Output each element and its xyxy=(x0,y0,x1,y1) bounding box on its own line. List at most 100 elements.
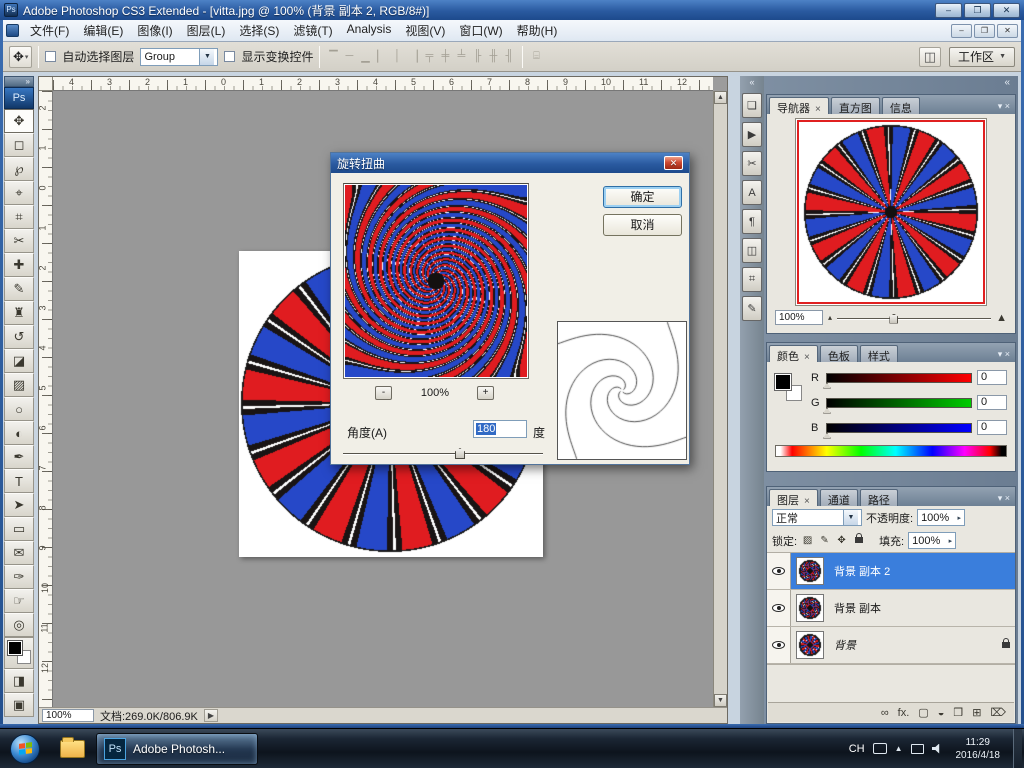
paragraph-palette-icon[interactable]: ¶ xyxy=(742,209,762,234)
tab-styles[interactable]: 样式 xyxy=(860,345,898,362)
maximize-button[interactable]: ❐ xyxy=(964,3,991,18)
tray-clock[interactable]: 11:29 2016/4/18 xyxy=(951,736,1006,762)
menu-item-1[interactable]: 编辑(E) xyxy=(76,19,130,42)
show-desktop-button[interactable] xyxy=(1013,729,1022,768)
actions-palette-icon[interactable]: ▶ xyxy=(742,122,762,147)
group-dropdown[interactable]: Group ▼ xyxy=(140,48,218,66)
lasso-tool[interactable]: ℘ xyxy=(4,157,34,181)
tab-paths[interactable]: 路径 xyxy=(860,489,898,506)
add-layer-mask-icon[interactable]: ▢ xyxy=(918,706,928,719)
channel-slider-thumb[interactable] xyxy=(823,408,831,414)
link-layers-icon[interactable]: ∞ xyxy=(881,707,889,719)
menu-item-0[interactable]: 文件(F) xyxy=(23,19,76,42)
tab-channels[interactable]: 通道 xyxy=(820,489,858,506)
tab-swatches[interactable]: 色板 xyxy=(820,345,858,362)
show-transform-checkbox[interactable] xyxy=(224,51,235,62)
dock-collapse-icon[interactable]: « xyxy=(740,76,764,89)
brush-tool[interactable]: ✎ xyxy=(4,277,34,301)
network-icon[interactable] xyxy=(911,744,924,754)
doc-minimize-button[interactable]: – xyxy=(951,24,972,38)
lock-all-icon[interactable] xyxy=(852,535,865,546)
channel-value-input[interactable]: 0 xyxy=(977,420,1007,435)
visibility-toggle[interactable] xyxy=(767,590,791,626)
path-selection-tool[interactable]: ➤ xyxy=(4,493,34,517)
zoom-out-mountain-icon[interactable]: ▴ xyxy=(828,313,832,322)
start-button[interactable] xyxy=(10,734,40,764)
crop-tool[interactable]: ⌗ xyxy=(4,205,34,229)
status-zoom-input[interactable]: 100% xyxy=(42,709,94,722)
keyboard-icon[interactable] xyxy=(873,743,887,754)
visibility-toggle[interactable] xyxy=(767,553,791,589)
menu-item-3[interactable]: 图层(L) xyxy=(180,19,233,42)
channel-value-input[interactable]: 0 xyxy=(977,370,1007,385)
menu-item-5[interactable]: 滤镜(T) xyxy=(286,19,339,42)
fill-input[interactable]: 100% ▸ xyxy=(908,532,956,549)
healing-brush-tool[interactable]: ✚ xyxy=(4,253,34,277)
panels-collapse-icon[interactable]: « xyxy=(1004,77,1010,88)
photoshop-taskbar-button[interactable]: Ps Adobe Photosh... xyxy=(96,733,258,765)
blur-tool[interactable]: ○ xyxy=(4,397,34,421)
doc-close-button[interactable]: ✕ xyxy=(997,24,1018,38)
cancel-button[interactable]: 取消 xyxy=(603,214,682,236)
quick-selection-tool[interactable]: ⌖ xyxy=(4,181,34,205)
volume-icon[interactable] xyxy=(932,744,943,754)
lock-image-icon[interactable]: ✎ xyxy=(818,535,831,546)
vertical-scrollbar[interactable]: ▲ ▼ xyxy=(713,91,727,707)
language-indicator[interactable]: CH xyxy=(849,743,865,755)
zoom-slider-thumb[interactable] xyxy=(889,314,898,324)
layer-style-icon[interactable]: fx. xyxy=(898,707,910,719)
menu-item-2[interactable]: 图像(I) xyxy=(130,19,179,42)
tool-presets-icon[interactable]: ✂ xyxy=(742,151,762,176)
tab-color[interactable]: 颜色× xyxy=(769,345,818,362)
panel-menu-icon[interactable]: ▾ × xyxy=(995,101,1013,114)
eyedropper-tool[interactable]: ✑ xyxy=(4,565,34,589)
angle-input[interactable]: 180 xyxy=(473,420,527,438)
eraser-tool[interactable]: ◪ xyxy=(4,349,34,373)
pen-tool[interactable]: ✒ xyxy=(4,445,34,469)
screen-mode-icon[interactable]: ▣ xyxy=(4,693,34,717)
angle-slider-thumb[interactable] xyxy=(455,448,465,459)
channel-slider-thumb[interactable] xyxy=(823,433,831,439)
tab-layers[interactable]: 图层× xyxy=(769,489,818,506)
panel-menu-icon[interactable]: ▾ × xyxy=(995,349,1013,362)
quick-mask-icon[interactable]: ◨ xyxy=(4,669,34,693)
color-fg-bg-swatches[interactable] xyxy=(775,374,807,406)
navigator-preview[interactable] xyxy=(795,118,987,306)
tab-navigator[interactable]: 导航器× xyxy=(769,97,829,114)
filter-preview[interactable] xyxy=(343,183,529,379)
menu-item-9[interactable]: 帮助(H) xyxy=(510,19,565,42)
layer-row[interactable]: 背景 副本 xyxy=(767,590,1015,627)
layer-row[interactable]: 背景 副本 2 xyxy=(767,553,1015,590)
explorer-taskbar-button[interactable] xyxy=(54,740,90,758)
ok-button[interactable]: 确定 xyxy=(603,186,682,208)
dialog-close-button[interactable]: ✕ xyxy=(664,156,683,170)
zoom-tool[interactable]: ◎ xyxy=(4,613,34,637)
shape-tool[interactable]: ▭ xyxy=(4,517,34,541)
swatches-palette-icon[interactable]: ❏ xyxy=(742,93,762,118)
auto-select-checkbox[interactable] xyxy=(45,51,56,62)
hand-tool[interactable]: ☞ xyxy=(4,589,34,613)
lock-transparency-icon[interactable]: ▨ xyxy=(801,535,814,546)
brushes-palette-icon[interactable]: ✎ xyxy=(742,296,762,321)
layer-row[interactable]: 背景 xyxy=(767,627,1015,664)
type-tool[interactable]: T xyxy=(4,469,34,493)
histogram-palette-icon[interactable]: ⌗ xyxy=(742,267,762,292)
clone-stamp-tool[interactable]: ♜ xyxy=(4,301,34,325)
history-brush-tool[interactable]: ↺ xyxy=(4,325,34,349)
toolbox-collapse-icon[interactable]: » xyxy=(4,76,34,87)
marquee-tool[interactable]: ◻ xyxy=(4,133,34,157)
delete-layer-icon[interactable]: ⌦ xyxy=(990,706,1006,719)
lock-position-icon[interactable]: ✥ xyxy=(835,535,848,546)
color-swatch-widget[interactable] xyxy=(4,637,34,669)
tab-info[interactable]: 信息 xyxy=(882,97,920,114)
new-group-icon[interactable]: ❒ xyxy=(953,706,963,719)
preview-zoom-out-button[interactable]: - xyxy=(375,386,392,400)
menu-item-7[interactable]: 视图(V) xyxy=(398,19,452,42)
channel-slider-thumb[interactable] xyxy=(823,383,831,389)
menu-item-4[interactable]: 选择(S) xyxy=(232,19,286,42)
menu-item-8[interactable]: 窗口(W) xyxy=(452,19,509,42)
navigator-zoom-slider[interactable] xyxy=(837,312,991,324)
channel-slider[interactable] xyxy=(826,398,972,408)
dodge-tool[interactable]: ◐ xyxy=(4,421,34,445)
preview-zoom-in-button[interactable]: + xyxy=(477,386,494,400)
